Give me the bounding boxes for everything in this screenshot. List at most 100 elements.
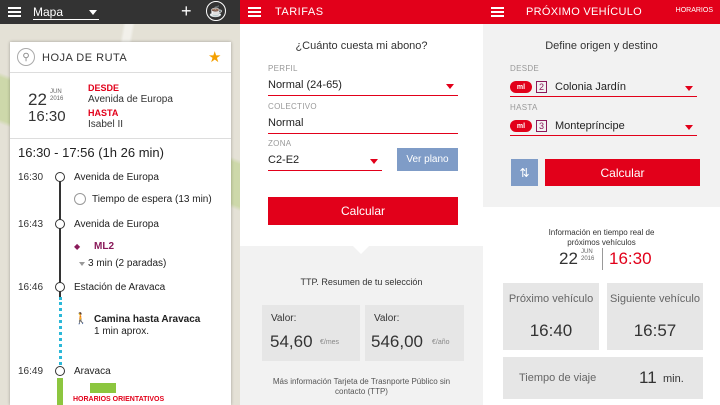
clock-icon bbox=[74, 193, 86, 205]
calcular-button[interactable]: Calcular bbox=[545, 159, 700, 186]
summary-title: TTP. Resumen de tu selección bbox=[300, 277, 423, 287]
zona-select[interactable]: ZONA C2-E2 bbox=[268, 139, 382, 171]
valor-value: 54,60 bbox=[270, 332, 313, 351]
chevron-down-icon bbox=[685, 86, 693, 91]
timeline-time: 16:49 bbox=[18, 366, 44, 377]
date-month: JUN bbox=[50, 89, 62, 95]
tarifas-form: ¿Cuánto cuesta mi abono? PERFIL Normal (… bbox=[240, 24, 483, 246]
proximo-label: Próximo vehículo bbox=[508, 293, 594, 305]
route-title: HOJA DE RUTA bbox=[42, 52, 128, 64]
metro-ligero-icon: ml bbox=[510, 81, 532, 93]
timeline-stops-count[interactable]: 3 min (2 paradas) bbox=[88, 258, 166, 269]
map-header: Mapa + ☕ bbox=[0, 0, 240, 24]
viaje-unit: min. bbox=[663, 373, 684, 385]
timeline-stop: Avenida de Europa bbox=[74, 172, 159, 183]
colectivo-value: Normal bbox=[268, 117, 304, 129]
tarifas-header: TARIFAS bbox=[240, 0, 483, 24]
from-label: DESDE bbox=[88, 83, 120, 93]
route-duration: 16:30 - 17:56 (1h 26 min) bbox=[18, 145, 164, 160]
tarifas-title: TARIFAS bbox=[275, 6, 324, 18]
line-number: 2 bbox=[536, 81, 547, 93]
date-month: JUN bbox=[581, 249, 593, 255]
chevron-down-icon bbox=[89, 9, 98, 15]
zona-value: C2-E2 bbox=[268, 154, 300, 166]
walk-icon: 🚶 bbox=[74, 313, 88, 325]
route-screen: Mapa + ☕ ⚲ HOJA DE RUTA ★ 22 JUN 2016 16… bbox=[0, 0, 240, 405]
realtime-info: Información en tiempo real de próximos v… bbox=[548, 228, 655, 247]
metro-ligero-icon: ◆ bbox=[74, 242, 81, 251]
date-day: 22 bbox=[559, 249, 578, 268]
hasta-label: HASTA bbox=[510, 103, 538, 112]
perfil-label: PERFIL bbox=[268, 64, 298, 73]
origin-destination-form: Define origen y destino DESDE ml 2 Colon… bbox=[483, 24, 720, 207]
stop-dot bbox=[55, 172, 65, 182]
siguiente-label: Siguiente vehículo bbox=[610, 293, 700, 305]
from-value: Avenida de Europa bbox=[88, 94, 173, 105]
timeline-stop: Avenida de Europa bbox=[74, 219, 159, 230]
menu-icon[interactable] bbox=[491, 7, 504, 17]
chevron-down-icon bbox=[370, 159, 378, 164]
proximo-card: Próximo vehículo 16:40 bbox=[503, 283, 599, 350]
metro-ligero-icon: ml bbox=[510, 120, 532, 132]
calcular-button[interactable]: Calcular bbox=[268, 197, 458, 225]
location-pin-icon: ⚲ bbox=[17, 48, 35, 66]
valor-month-card: Valor: 54,60 €/mes bbox=[262, 305, 360, 361]
map-dropdown[interactable]: Mapa bbox=[33, 4, 100, 20]
colectivo-select[interactable]: COLECTIVO Normal bbox=[268, 102, 458, 134]
viaje-card: Tiempo de viaje 11 min. bbox=[503, 357, 703, 399]
line-badge bbox=[90, 383, 116, 393]
footer-note: HORARIOS ORIENTATIVOS bbox=[73, 396, 165, 403]
timeline-time: 16:46 bbox=[18, 282, 44, 293]
perfil-value: Normal (24-65) bbox=[268, 79, 342, 91]
pointer-arrow bbox=[351, 244, 371, 254]
desde-label: DESDE bbox=[510, 64, 540, 73]
menu-icon[interactable] bbox=[248, 7, 261, 17]
valor-year-card: Valor: 546,00 €/año bbox=[365, 305, 464, 361]
chevron-down-icon bbox=[446, 84, 454, 89]
valor-unit: €/mes bbox=[320, 339, 340, 346]
tarifas-screen: TARIFAS ¿Cuánto cuesta mi abono? PERFIL … bbox=[240, 0, 483, 405]
current-time: 16:30 bbox=[609, 249, 652, 268]
timeline-time: 16:43 bbox=[18, 219, 44, 230]
proximo-vehiculo-screen: PRÓXIMO VEHÍCULO HORARIOS Define origen … bbox=[483, 0, 720, 405]
chevron-down-icon[interactable] bbox=[79, 262, 85, 266]
more-info-link[interactable]: Más información Tarjeta de Trasnporte Pú… bbox=[270, 377, 453, 397]
viaje-label: Tiempo de viaje bbox=[519, 372, 597, 384]
swap-icon[interactable]: ⇅ bbox=[511, 159, 538, 186]
ver-plano-button[interactable]: Ver plano bbox=[397, 148, 458, 171]
valor-label: Valor: bbox=[374, 313, 400, 324]
zona-label: ZONA bbox=[268, 139, 292, 148]
route-time: 16:30 bbox=[28, 108, 66, 125]
siguiente-value: 16:57 bbox=[633, 321, 677, 340]
star-icon[interactable]: ★ bbox=[208, 48, 221, 66]
define-title: Define origen y destino bbox=[545, 40, 658, 52]
timeline-stop: Estación de Aravaca bbox=[74, 282, 166, 293]
hasta-value: Montepríncipe bbox=[555, 120, 625, 132]
valor-unit: €/año bbox=[432, 339, 450, 346]
timeline-wait: Tiempo de espera (13 min) bbox=[92, 194, 212, 205]
map-dropdown-label: Mapa bbox=[33, 4, 64, 19]
hasta-select[interactable]: HASTA ml 3 Montepríncipe bbox=[510, 103, 697, 136]
colectivo-label: COLECTIVO bbox=[268, 102, 317, 111]
stop-dot bbox=[55, 366, 65, 376]
perfil-select[interactable]: PERFIL Normal (24-65) bbox=[268, 64, 458, 96]
timeline-walk: Camina hasta Aravaca bbox=[94, 314, 201, 325]
to-label: HASTA bbox=[88, 108, 119, 118]
proximo-value: 16:40 bbox=[529, 321, 573, 340]
timeline-line: ML2 bbox=[94, 241, 114, 252]
proximo-title: PRÓXIMO VEHÍCULO bbox=[526, 6, 643, 18]
timeline-stop: Aravaca bbox=[74, 366, 111, 377]
siguiente-card: Siguiente vehículo 16:57 bbox=[607, 283, 703, 350]
date-year: 2016 bbox=[581, 256, 595, 262]
add-icon[interactable]: + bbox=[181, 1, 192, 22]
menu-icon[interactable] bbox=[8, 7, 21, 17]
desde-value: Colonia Jardín bbox=[555, 81, 626, 93]
desde-select[interactable]: DESDE ml 2 Colonia Jardín bbox=[510, 64, 697, 97]
horarios-link[interactable]: HORARIOS bbox=[676, 7, 713, 14]
valor-label: Valor: bbox=[271, 313, 297, 324]
cup-icon[interactable]: ☕ bbox=[206, 1, 226, 21]
to-value: Isabel II bbox=[88, 119, 124, 130]
date-day: 22 bbox=[28, 90, 47, 109]
timeline-walk-time: 1 min aprox. bbox=[94, 326, 150, 337]
chevron-down-icon bbox=[685, 125, 693, 130]
